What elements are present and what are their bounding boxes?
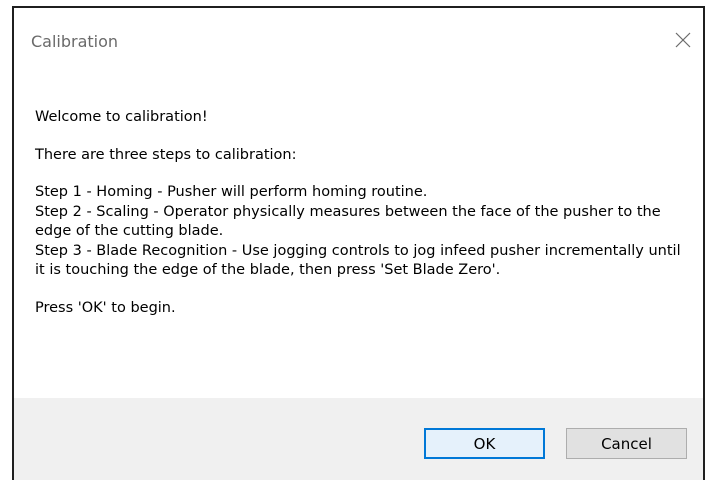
welcome-text: Welcome to calibration! <box>35 109 208 125</box>
close-icon <box>675 32 691 48</box>
step-1-text: Step 1 - Homing - Pusher will perform ho… <box>35 184 428 200</box>
title-bar[interactable]: Calibration <box>14 8 703 74</box>
ok-button[interactable]: OK <box>424 428 545 459</box>
cancel-button[interactable]: Cancel <box>566 428 687 459</box>
step-3-text: Step 3 - Blade Recognition - Use jogging… <box>35 242 681 279</box>
prompt-text: Press 'OK' to begin. <box>35 299 176 316</box>
message-body: Welcome to calibration! There are three … <box>35 108 683 318</box>
window-title: Calibration <box>31 32 119 51</box>
calibration-dialog: Calibration Welcome to calibration! Ther… <box>12 6 705 480</box>
step-2-text: Step 2 - Scaling - Operator physically m… <box>35 203 661 240</box>
close-button[interactable] <box>667 22 699 58</box>
button-bar: OK Cancel <box>14 398 703 480</box>
intro-text: There are three steps to calibration: <box>35 146 297 163</box>
